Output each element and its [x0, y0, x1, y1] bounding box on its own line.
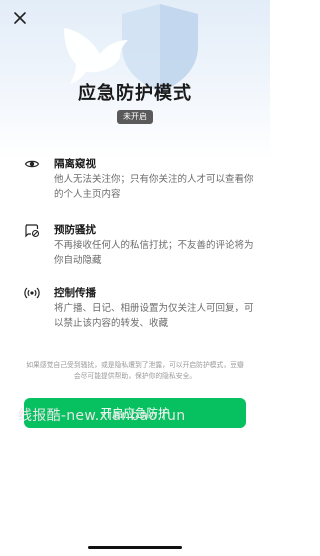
home-indicator: [88, 546, 182, 549]
feature-control-spread: 控制传播 将广播、日记、相册设置为仅关注人可回复，可以禁止该内容的转发、收藏: [24, 285, 254, 333]
feature-description: 他人无法关注你；只有你关注的人才可以查看你的个人主页内容: [54, 174, 254, 200]
broadcast-icon: [24, 287, 40, 299]
chat-block-icon: [25, 224, 40, 238]
help-note: 如果感觉自己受到骚扰，或是隐私遭到了泄露，可以开启防护模式，豆瓣会尽可能提供帮助…: [26, 361, 244, 380]
page-title: 应急防护模式: [78, 83, 192, 104]
feature-title: 隔离窥视: [54, 158, 96, 170]
feature-title: 控制传播: [54, 287, 96, 299]
feature-prevent-harassment: 预防骚扰 不再接收任何人的私信打扰；不友善的评论将为你自动隐藏: [24, 222, 254, 270]
watermark-text: 线报酷-new.xianbao.fun: [18, 408, 186, 424]
eye-icon: [24, 160, 40, 168]
feature-description: 将广播、日记、相册设置为仅关注人可回复，可以禁止该内容的转发、收藏: [54, 303, 254, 329]
close-icon[interactable]: [8, 6, 32, 30]
status-badge: 未开启: [117, 110, 153, 124]
feature-isolate-view: 隔离窥视 他人无法关注你；只有你关注的人才可以查看你的个人主页内容: [24, 156, 254, 204]
feature-description: 不再接收任何人的私信打扰；不友善的评论将为你自动隐藏: [54, 240, 254, 266]
feature-title: 预防骚扰: [54, 224, 96, 236]
